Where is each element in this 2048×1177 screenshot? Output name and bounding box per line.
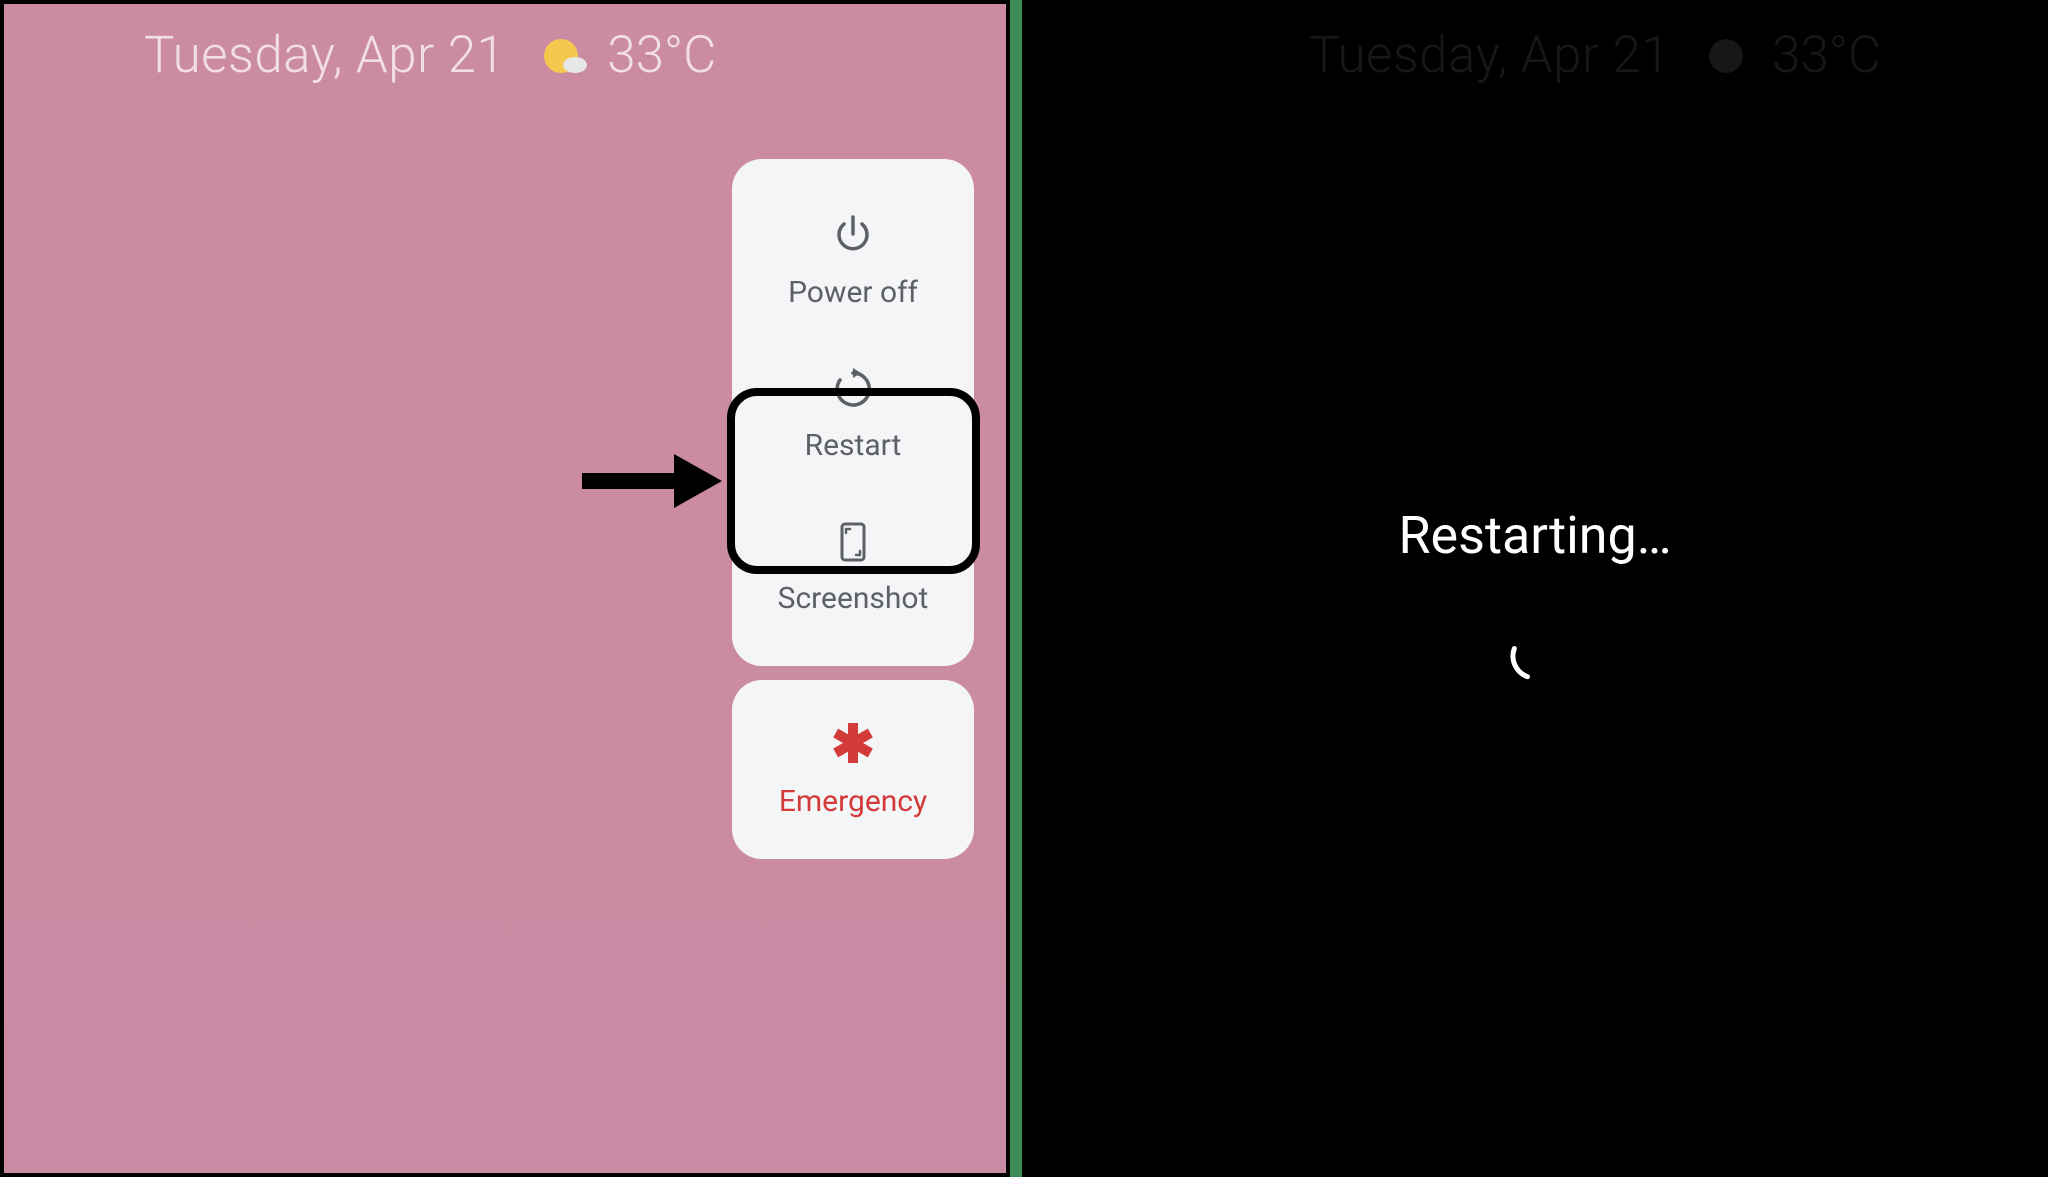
date-label: Tuesday, Apr 21 — [144, 26, 505, 85]
power-off-button[interactable]: Power off — [732, 183, 974, 336]
date-label-dimmed: Tuesday, Apr 21 — [1309, 26, 1670, 85]
power-off-label: Power off — [788, 275, 918, 310]
annotation-arrow-icon — [582, 446, 722, 516]
weather-widget: 33°C — [539, 26, 716, 85]
emergency-label: Emergency — [779, 784, 927, 819]
restarting-text: Restarting… — [1399, 505, 1672, 566]
screenshot-panel-restarting: Tuesday, Apr 21 33°C Restarting… — [1022, 0, 2048, 1177]
emergency-icon — [830, 720, 876, 770]
restart-label: Restart — [805, 428, 902, 463]
power-icon — [830, 209, 876, 263]
power-menu: Power off Restart — [732, 159, 974, 859]
restart-icon — [830, 362, 876, 416]
screenshot-icon — [830, 515, 876, 569]
temperature-label-dimmed: 33°C — [1772, 26, 1881, 85]
weather-widget-dimmed: 33°C — [1704, 26, 1881, 85]
temperature-label: 33°C — [607, 26, 716, 85]
screenshot-label: Screenshot — [778, 581, 929, 616]
screenshot-button[interactable]: Screenshot — [732, 489, 974, 642]
emergency-button[interactable]: Emergency — [732, 680, 974, 859]
weather-icon — [539, 31, 589, 81]
spinner-icon — [1507, 628, 1563, 684]
power-card-main: Power off Restart — [732, 159, 974, 666]
status-widget-dimmed: Tuesday, Apr 21 33°C — [1189, 4, 1881, 85]
weather-icon-dimmed — [1704, 31, 1754, 81]
status-widget: Tuesday, Apr 21 33°C — [4, 4, 1006, 85]
screenshot-panel-power-menu: Tuesday, Apr 21 33°C Power off — [0, 0, 1010, 1177]
restart-screen: Tuesday, Apr 21 33°C Restarting… — [1026, 4, 2044, 1173]
restart-button[interactable]: Restart — [732, 336, 974, 489]
